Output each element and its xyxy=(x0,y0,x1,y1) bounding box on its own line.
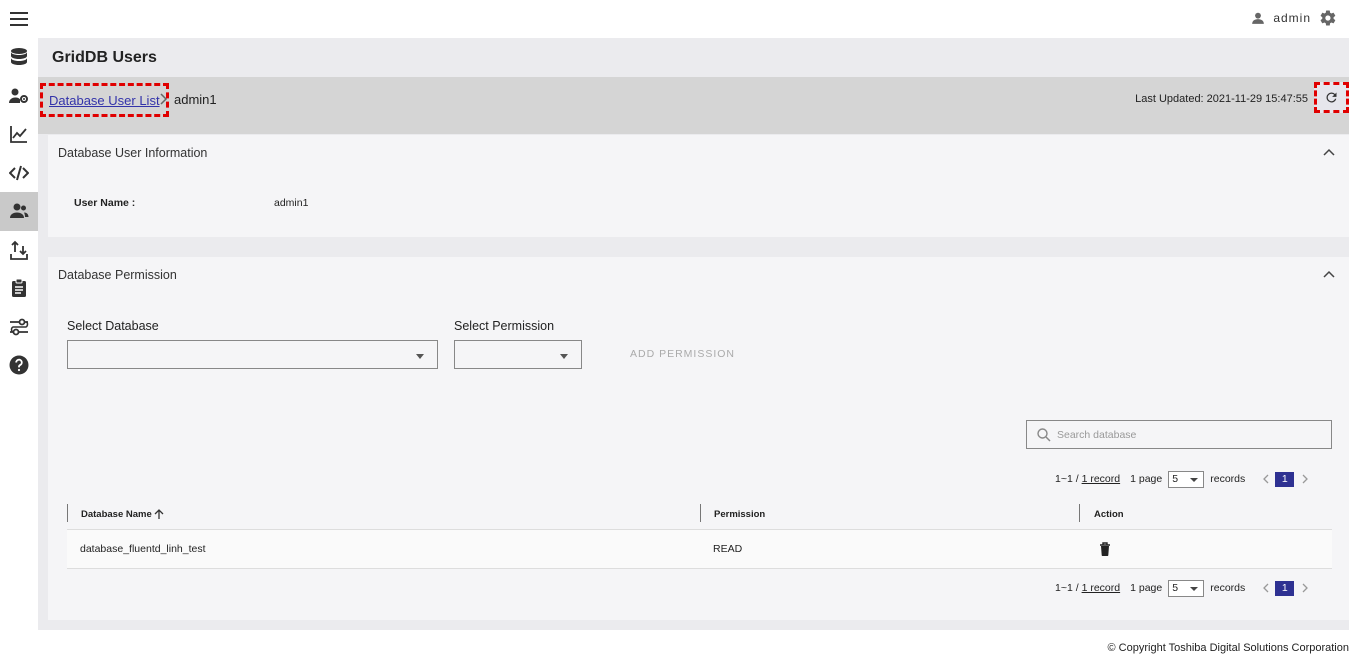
sidebar-item-import-export[interactable] xyxy=(0,231,38,270)
cell-permission: READ xyxy=(713,543,743,555)
user-name-value: admin1 xyxy=(274,197,309,209)
pager-bottom: 1~1 / 1 record 1 page 5 records 1 xyxy=(1055,578,1310,598)
menu-icon[interactable] xyxy=(10,12,28,26)
chevron-left-icon xyxy=(1263,474,1269,484)
next-page-button[interactable] xyxy=(1300,582,1310,594)
user-info-panel: Database User Information User Name : ad… xyxy=(48,135,1349,237)
breadcrumb: Database User List admin1 Last Updated: … xyxy=(38,77,1349,134)
prev-page-button[interactable] xyxy=(1261,582,1271,594)
column-divider xyxy=(1079,504,1080,522)
column-header-label: Database Name xyxy=(81,509,152,520)
import-export-icon xyxy=(10,240,28,260)
user-name[interactable]: admin xyxy=(1273,11,1311,25)
user-settings-icon xyxy=(9,88,28,103)
page-1-button[interactable]: 1 xyxy=(1275,580,1295,596)
last-updated-text: Last Updated: 2021-11-29 15:47:55 xyxy=(1135,93,1308,105)
sidebar-item-clipboard[interactable] xyxy=(0,269,38,308)
sidebar-item-chart[interactable] xyxy=(0,115,38,154)
chevron-left-icon xyxy=(1263,583,1269,593)
chevron-right-icon xyxy=(1302,583,1309,593)
user-info-title: Database User Information xyxy=(58,146,208,160)
user-name-label: User Name : xyxy=(74,197,136,209)
caret-down-icon xyxy=(1190,586,1199,591)
cell-database-name: database_fluentd_linh_test xyxy=(80,543,206,555)
delete-icon[interactable] xyxy=(1099,542,1111,556)
pager-records-link[interactable]: 1 record xyxy=(1082,582,1121,594)
per-page-select[interactable]: 5 xyxy=(1168,579,1205,597)
column-header-label: Action xyxy=(1094,509,1124,520)
column-header-database-name[interactable]: Database Name xyxy=(81,509,164,520)
breadcrumb-current: admin1 xyxy=(174,92,217,107)
database-icon xyxy=(11,48,27,66)
per-page-value: 5 xyxy=(1172,581,1179,594)
table-header: Database Name Permission Action xyxy=(67,500,1332,530)
sidebar-item-user-settings[interactable] xyxy=(0,77,38,116)
search-icon xyxy=(1037,428,1051,442)
add-permission-button[interactable]: ADD PERMISSION xyxy=(630,348,735,360)
chart-line-icon xyxy=(10,126,27,144)
users-icon xyxy=(10,203,29,219)
code-icon xyxy=(9,165,29,181)
top-bar: admin xyxy=(0,0,1349,38)
main-content: GridDB Users Database User List admin1 L… xyxy=(38,38,1349,630)
prev-page-button[interactable] xyxy=(1261,473,1271,485)
pager-pages: 1 page xyxy=(1130,582,1163,594)
per-page-value: 5 xyxy=(1172,472,1179,485)
clipboard-icon xyxy=(12,278,26,298)
pager-records-label: records xyxy=(1210,473,1246,485)
sidebar-item-database[interactable] xyxy=(0,38,38,77)
pager-range: 1~1 / xyxy=(1055,473,1082,485)
footer-copyright: © Copyright Toshiba Digital Solutions Co… xyxy=(1107,642,1349,654)
sidebar-item-users[interactable] xyxy=(0,192,38,231)
column-header-label: Permission xyxy=(714,509,766,520)
pager-top: 1~1 / 1 record 1 page 5 records 1 xyxy=(1055,469,1310,489)
sidebar-item-settings-flow[interactable] xyxy=(0,308,38,347)
user-area: admin xyxy=(1251,9,1337,27)
select-database-label: Select Database xyxy=(67,319,159,333)
select-permission-label: Select Permission xyxy=(454,319,555,333)
next-page-button[interactable] xyxy=(1300,473,1310,485)
sidebar-item-help[interactable] xyxy=(0,346,38,385)
page-title: GridDB Users xyxy=(52,49,157,66)
permissions-table: Database Name Permission Action database… xyxy=(67,500,1332,569)
pager-pages: 1 page xyxy=(1130,473,1163,485)
caret-down-icon xyxy=(560,354,568,359)
sidebar xyxy=(0,38,38,667)
pager-records-label: records xyxy=(1210,582,1246,594)
gear-icon[interactable] xyxy=(1319,9,1337,27)
refresh-icon xyxy=(1326,92,1337,103)
pager-range: 1~1 / xyxy=(1055,582,1082,594)
column-divider xyxy=(700,504,701,522)
arrow-up-icon xyxy=(154,509,164,519)
caret-down-icon xyxy=(416,354,424,359)
column-header-action: Action xyxy=(1094,509,1124,520)
column-divider xyxy=(67,504,68,522)
select-database-dropdown[interactable] xyxy=(67,340,438,369)
select-permission-dropdown[interactable] xyxy=(454,340,582,369)
breadcrumb-link-database-user-list[interactable]: Database User List xyxy=(40,83,169,117)
search-input[interactable] xyxy=(1057,427,1317,443)
refresh-button[interactable] xyxy=(1314,82,1349,113)
chevron-up-icon[interactable] xyxy=(1323,270,1335,278)
permission-title: Database Permission xyxy=(58,268,177,282)
search-box xyxy=(1026,420,1332,449)
page-1-button[interactable]: 1 xyxy=(1275,471,1295,487)
chevron-up-icon[interactable] xyxy=(1323,148,1335,156)
pager-records-link[interactable]: 1 record xyxy=(1082,473,1121,485)
user-icon[interactable] xyxy=(1251,11,1265,25)
table-row: database_fluentd_linh_test READ xyxy=(67,530,1332,569)
help-icon xyxy=(9,355,29,375)
per-page-select[interactable]: 5 xyxy=(1168,470,1205,488)
chevron-right-icon xyxy=(1302,474,1309,484)
sidebar-item-code[interactable] xyxy=(0,154,38,193)
permission-panel: Database Permission Select Database Sele… xyxy=(48,257,1349,620)
chevron-right-icon xyxy=(160,93,168,105)
caret-down-icon xyxy=(1190,477,1199,482)
settings-flow-icon xyxy=(10,318,29,336)
column-header-permission[interactable]: Permission xyxy=(714,509,765,520)
